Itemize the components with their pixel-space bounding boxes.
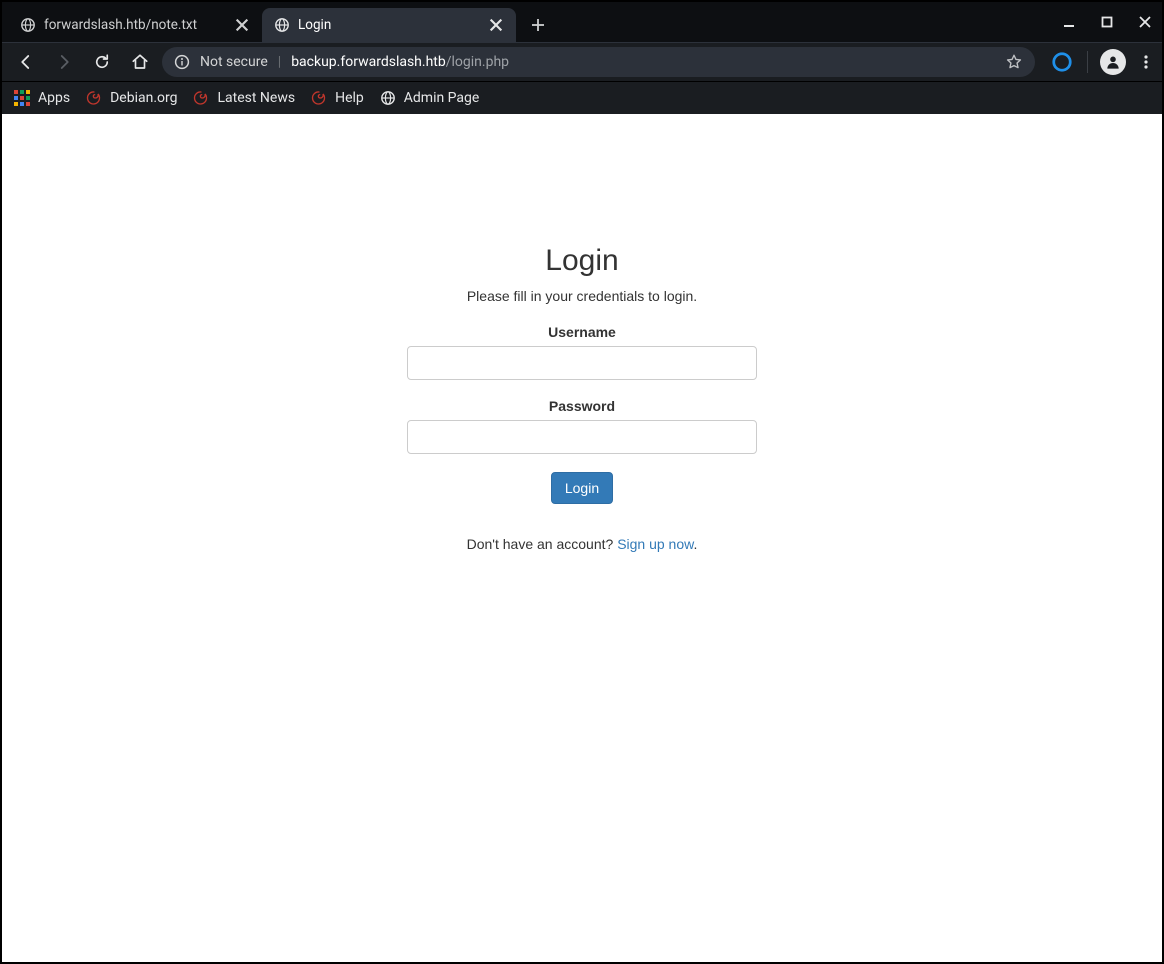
bookmark-apps[interactable]: Apps xyxy=(14,90,70,106)
tab-title: Login xyxy=(298,17,480,33)
separator: | xyxy=(278,54,281,70)
divider xyxy=(1087,51,1088,73)
signup-prompt: Don't have an account? xyxy=(467,536,618,552)
tab-active[interactable]: Login xyxy=(262,8,516,42)
signup-period: . xyxy=(693,536,697,552)
login-button[interactable]: Login xyxy=(551,472,613,504)
bookmark-label: Latest News xyxy=(217,90,295,106)
window-minimize-button[interactable] xyxy=(1060,13,1078,31)
close-icon[interactable] xyxy=(488,17,504,33)
profile-avatar-icon[interactable] xyxy=(1100,49,1126,75)
bookmark-latest-news[interactable]: Latest News xyxy=(193,90,295,106)
bookmark-label: Help xyxy=(335,90,364,106)
toolbar-right xyxy=(1049,49,1154,75)
window-close-button[interactable] xyxy=(1136,13,1154,31)
signup-line: Don't have an account? Sign up now. xyxy=(407,536,757,552)
username-input[interactable] xyxy=(407,346,757,380)
browser-window: forwardslash.htb/note.txt Login xyxy=(0,0,1164,964)
page-subtitle: Please fill in your credentials to login… xyxy=(407,288,757,304)
page-viewport: Login Please fill in your credentials to… xyxy=(2,114,1162,962)
window-maximize-button[interactable] xyxy=(1098,13,1116,31)
bookmark-label: Apps xyxy=(38,90,70,106)
bookmark-label: Admin Page xyxy=(404,90,480,106)
password-input[interactable] xyxy=(407,420,757,454)
bookmark-label: Debian.org xyxy=(110,90,177,106)
reload-button[interactable] xyxy=(86,46,118,78)
tab-inactive[interactable]: forwardslash.htb/note.txt xyxy=(8,8,262,42)
login-form: Login Please fill in your credentials to… xyxy=(407,244,757,552)
apps-icon xyxy=(14,90,30,106)
home-button[interactable] xyxy=(124,46,156,78)
back-button[interactable] xyxy=(10,46,42,78)
toolbar: Not secure | backup.forwardslash.htb/log… xyxy=(2,42,1162,81)
not-secure-label: Not secure xyxy=(200,54,268,70)
globe-icon xyxy=(274,17,290,33)
forward-button[interactable] xyxy=(48,46,80,78)
username-group: Username xyxy=(407,324,757,380)
url-host: backup.forwardslash.htb xyxy=(291,54,446,70)
url-path: /login.php xyxy=(446,54,509,70)
swirl-icon xyxy=(311,90,327,106)
bookmark-help[interactable]: Help xyxy=(311,90,364,106)
bookmark-star-icon[interactable] xyxy=(1005,53,1023,71)
extension-icon[interactable] xyxy=(1049,49,1075,75)
globe-icon xyxy=(380,90,396,106)
close-icon[interactable] xyxy=(234,17,250,33)
bookmark-admin-page[interactable]: Admin Page xyxy=(380,90,480,106)
swirl-icon xyxy=(193,90,209,106)
swirl-icon xyxy=(86,90,102,106)
info-icon[interactable] xyxy=(174,54,190,70)
password-group: Password xyxy=(407,398,757,454)
username-label: Username xyxy=(407,324,757,340)
url-text: backup.forwardslash.htb/login.php xyxy=(291,54,509,70)
bookmark-debian[interactable]: Debian.org xyxy=(86,90,177,106)
tab-title: forwardslash.htb/note.txt xyxy=(44,17,226,33)
tab-strip: forwardslash.htb/note.txt Login xyxy=(2,2,1162,42)
bookmarks-bar: Apps Debian.org Latest News Help Admin P… xyxy=(2,81,1162,114)
password-label: Password xyxy=(407,398,757,414)
window-controls xyxy=(1060,2,1154,42)
address-bar[interactable]: Not secure | backup.forwardslash.htb/log… xyxy=(162,47,1035,77)
new-tab-button[interactable] xyxy=(524,11,552,39)
globe-icon xyxy=(20,17,36,33)
menu-button[interactable] xyxy=(1138,54,1154,70)
signup-link[interactable]: Sign up now xyxy=(617,536,693,552)
page-title: Login xyxy=(407,244,757,278)
